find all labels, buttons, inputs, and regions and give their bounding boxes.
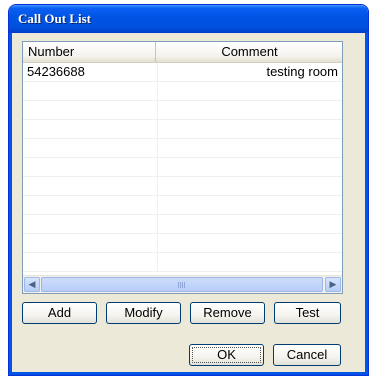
table-row[interactable]: 54236688 testing room — [23, 63, 342, 82]
scrollbar-grip — [178, 282, 186, 288]
row-number: 54236688 — [27, 64, 85, 79]
window-frame-bottom — [9, 372, 368, 375]
row-comment — [157, 177, 342, 195]
table-row[interactable] — [23, 82, 342, 101]
row-number — [27, 234, 152, 252]
table-row[interactable] — [23, 253, 342, 272]
row-comment: testing room — [157, 63, 342, 81]
ok-button[interactable]: OK — [189, 344, 264, 366]
scroll-left-arrow-icon[interactable]: ◀ — [24, 277, 40, 292]
row-number — [27, 196, 152, 214]
row-comment — [157, 196, 342, 214]
row-number — [27, 101, 152, 119]
title-bar[interactable]: Call Out List — [9, 5, 368, 33]
window-title: Call Out List — [18, 11, 91, 26]
row-number — [27, 82, 152, 100]
row-number — [27, 158, 152, 176]
table-row[interactable] — [23, 196, 342, 215]
list-rows: 54236688 testing room — [23, 63, 342, 272]
row-comment — [157, 158, 342, 176]
row-comment — [157, 120, 342, 138]
scroll-right-arrow-icon[interactable]: ▶ — [325, 277, 341, 292]
modify-button[interactable]: Modify — [106, 302, 181, 324]
horizontal-scrollbar[interactable]: ◀ ▶ — [23, 275, 342, 293]
window-frame-left — [9, 33, 12, 375]
column-header-comment[interactable]: Comment — [157, 42, 342, 62]
row-comment — [157, 139, 342, 157]
scrollbar-thumb[interactable] — [41, 277, 323, 292]
add-button[interactable]: Add — [22, 302, 97, 324]
row-number — [27, 139, 152, 157]
table-row[interactable] — [23, 177, 342, 196]
table-row[interactable] — [23, 158, 342, 177]
table-row[interactable] — [23, 215, 342, 234]
row-number — [27, 177, 152, 195]
column-header-number[interactable]: Number — [23, 42, 156, 62]
row-comment — [157, 82, 342, 100]
row-comment — [157, 101, 342, 119]
window-frame-right — [365, 33, 368, 375]
cancel-button[interactable]: Cancel — [273, 344, 341, 366]
row-number — [27, 215, 152, 233]
table-row[interactable] — [23, 234, 342, 253]
list-header: Number Comment — [23, 42, 342, 63]
table-row[interactable] — [23, 101, 342, 120]
table-row[interactable] — [23, 139, 342, 158]
table-row[interactable] — [23, 120, 342, 139]
row-number — [27, 253, 152, 271]
test-button[interactable]: Test — [274, 302, 341, 324]
row-comment-text: testing room — [266, 64, 338, 79]
row-number — [27, 120, 152, 138]
row-comment — [157, 215, 342, 233]
remove-button[interactable]: Remove — [190, 302, 265, 324]
row-comment — [157, 234, 342, 252]
call-out-list-view[interactable]: Number Comment 54236688 testing room ◀ ▶ — [22, 41, 343, 294]
row-comment — [157, 253, 342, 271]
